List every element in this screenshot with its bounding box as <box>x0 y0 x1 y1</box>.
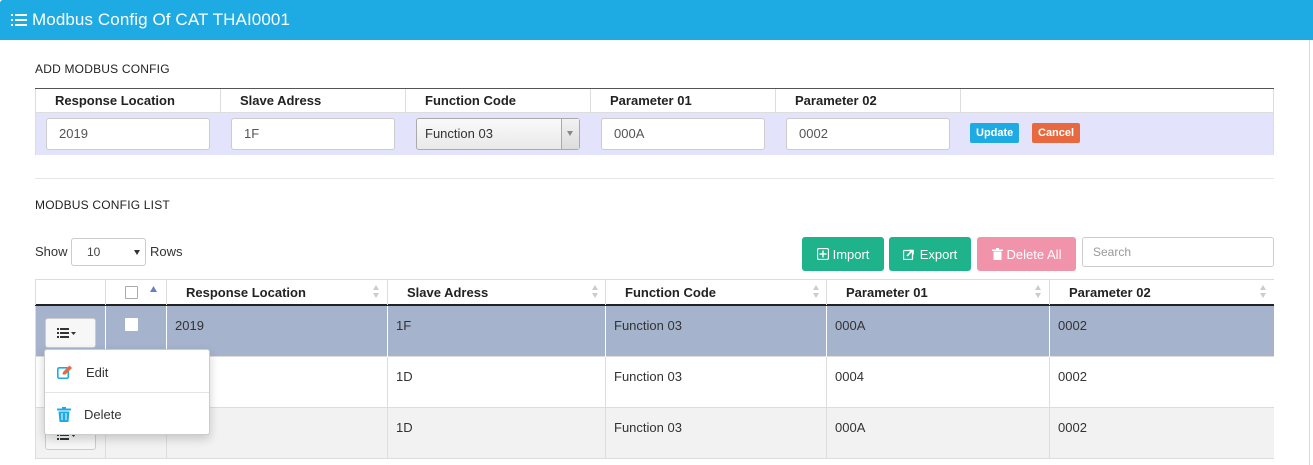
rows-per-page-select[interactable]: 10 <box>71 238 146 266</box>
menu-item-edit[interactable]: Edit <box>45 352 209 392</box>
list-header: Response Location Slave Adress Function … <box>35 279 1274 306</box>
update-button[interactable]: Update <box>970 123 1020 143</box>
parameter-02-input[interactable]: 0002 <box>786 118 950 150</box>
add-table-header: Response Location Slave Adress Function … <box>35 89 1274 113</box>
table-row[interactable]: 2019 1F Function 03 000A 0002 <box>35 306 1274 357</box>
plus-square-icon <box>816 248 829 260</box>
col-label: Response Location <box>186 285 306 300</box>
cell-parameter-01: 0004 <box>826 357 1049 408</box>
show-label: Show <box>35 244 68 259</box>
parameter-01-input[interactable]: 000A <box>601 118 765 150</box>
trash-icon <box>991 248 1003 260</box>
cell-function-code: Function 03 <box>605 357 826 408</box>
edit-icon <box>57 365 72 379</box>
cell-parameter-02: 0002 <box>1049 408 1274 459</box>
slave-address-input[interactable]: 1F <box>231 118 395 150</box>
delete-label: Delete <box>84 406 122 422</box>
table-row[interactable]: 1D Function 03 0004 0002 <box>35 357 1274 408</box>
export-label: Export <box>919 246 958 262</box>
header-response-location-col[interactable]: Response Location <box>166 280 387 305</box>
delete-all-button[interactable]: Delete All <box>977 237 1076 271</box>
cell-slave-address: 1F <box>387 306 605 357</box>
delete-all-label: Delete All <box>1006 246 1062 262</box>
page-title: Modbus Config Of CAT THAI0001 <box>32 10 291 29</box>
add-config-table: Response Location Slave Adress Function … <box>35 88 1274 155</box>
cell-parameter-01: 000A <box>826 306 1049 357</box>
sort-icon <box>813 285 819 299</box>
select-arrow-icon <box>561 119 579 149</box>
header-response-location: Response Location <box>35 89 220 113</box>
config-list-table: Response Location Slave Adress Function … <box>35 279 1274 465</box>
import-label: Import <box>832 246 870 262</box>
list-section-title: MODBUS CONFIG LIST <box>35 198 170 212</box>
select-all-checkbox[interactable] <box>125 286 138 299</box>
add-config-row: 2019 1F Function 03 000A 0002 <box>35 113 1274 155</box>
header-parameter-02: Parameter 02 <box>775 89 960 113</box>
cell-slave-address: 1D <box>387 408 605 459</box>
row-action-menu: Edit Delete <box>44 349 210 435</box>
rows-per-page-value: 10 <box>87 245 101 259</box>
function-code-value: Function 03 <box>425 126 493 141</box>
cell-parameter-01: 000A <box>826 408 1049 459</box>
rows-label: Rows <box>150 244 183 259</box>
col-label: Parameter 01 <box>846 285 928 300</box>
cell-function-code: Function 03 <box>605 306 826 357</box>
col-label: Slave Adress <box>407 285 489 300</box>
header-function-code: Function Code <box>405 89 590 113</box>
sort-asc-icon <box>150 286 157 292</box>
add-section-title: ADD MODBUS CONFIG <box>35 62 170 76</box>
search-input[interactable]: Search <box>1082 237 1274 267</box>
sort-icon <box>592 285 598 299</box>
panel-border <box>1309 40 1310 465</box>
header-function-code-col[interactable]: Function Code <box>605 280 826 305</box>
row-menu-button[interactable] <box>45 318 96 348</box>
header-actions <box>960 89 1274 113</box>
header-slave-address: Slave Adress <box>220 89 405 113</box>
function-code-select[interactable]: Function 03 <box>416 118 580 150</box>
export-button[interactable]: Export <box>889 237 971 271</box>
header-parameter-02-col[interactable]: Parameter 02 <box>1049 280 1274 305</box>
header-select-col <box>105 280 166 305</box>
col-label: Function Code <box>625 285 716 300</box>
row-checkbox[interactable] <box>125 318 138 331</box>
response-location-input[interactable]: 2019 <box>46 118 210 150</box>
cell-parameter-02: 0002 <box>1049 357 1274 408</box>
header-slave-address-col[interactable]: Slave Adress <box>387 280 605 305</box>
list-icon <box>11 14 27 26</box>
section-divider <box>35 178 1274 179</box>
header-parameter-01: Parameter 01 <box>590 89 775 113</box>
cell-slave-address: 1D <box>387 357 605 408</box>
sort-icon <box>1035 285 1041 299</box>
import-button[interactable]: Import <box>802 237 884 271</box>
cell-function-code: Function 03 <box>605 408 826 459</box>
list-dropdown-icon <box>57 328 76 338</box>
cancel-button[interactable]: Cancel <box>1032 123 1081 143</box>
table-row[interactable]: 1D Function 03 000A 0002 <box>35 408 1274 459</box>
header-menu-col <box>35 280 105 305</box>
sort-icon <box>1260 285 1266 299</box>
trash-icon <box>57 406 71 422</box>
header-parameter-01-col[interactable]: Parameter 01 <box>826 280 1049 305</box>
edit-label: Edit <box>86 364 109 380</box>
cell-parameter-02: 0002 <box>1049 306 1274 357</box>
menu-item-delete[interactable]: Delete <box>45 394 209 434</box>
col-label: Parameter 02 <box>1069 285 1151 300</box>
share-icon <box>902 249 914 260</box>
sort-icon <box>373 285 379 299</box>
chevron-down-icon <box>134 250 140 255</box>
menu-divider <box>45 392 209 393</box>
page-header: Modbus Config Of CAT THAI0001 <box>0 0 1313 40</box>
